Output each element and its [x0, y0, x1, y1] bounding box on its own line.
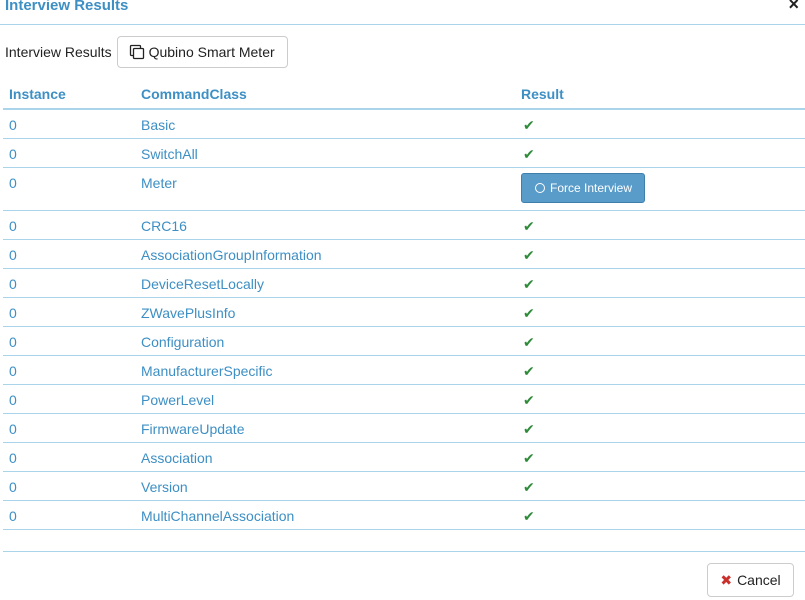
table-row: 0 Version ✔ — [3, 471, 805, 501]
command-class-cell: ManufacturerSpecific — [135, 355, 515, 385]
dialog-title: Interview Results — [5, 0, 129, 14]
instance-cell: 0 — [3, 297, 135, 327]
instance-cell: 0 — [3, 109, 135, 139]
command-class-cell: PowerLevel — [135, 384, 515, 414]
result-cell: ✔ — [515, 268, 805, 298]
check-icon: ✔ — [523, 362, 535, 379]
check-icon: ✔ — [523, 117, 535, 133]
instance-cell: 0 — [3, 413, 135, 443]
check-icon: ✔ — [523, 145, 535, 162]
result-cell: ✔ — [515, 442, 805, 472]
device-name-button[interactable]: Qubino Smart Meter — [116, 36, 288, 68]
instance-cell: 0 — [3, 355, 135, 385]
command-class-cell: Meter — [135, 167, 515, 211]
close-icon[interactable]: × — [788, 0, 799, 13]
cancel-button[interactable]: ✖ Cancel — [707, 563, 794, 597]
interview-results-dialog: Interview Results × Interview Results Qu… — [0, 0, 805, 600]
check-icon: ✔ — [523, 304, 535, 321]
header-command-class[interactable]: CommandClass — [135, 80, 515, 110]
table-row: 0 Configuration ✔ — [3, 326, 805, 356]
result-cell: ✔ — [515, 384, 805, 414]
dialog-header: Interview Results × — [0, 0, 805, 25]
instance-cell: 0 — [3, 442, 135, 472]
check-icon: ✔ — [523, 217, 535, 234]
check-icon: ✔ — [523, 478, 535, 495]
command-class-cell: DeviceResetLocally — [135, 268, 515, 298]
command-class-cell: Association — [135, 442, 515, 472]
result-cell: ✔ — [515, 471, 805, 501]
instance-cell: 0 — [3, 384, 135, 414]
instance-cell: 0 — [3, 239, 135, 269]
device-label: Interview Results — [5, 44, 112, 60]
result-cell: ✔ — [515, 109, 805, 139]
result-cell: ✔ — [515, 210, 805, 240]
check-icon: ✔ — [523, 275, 535, 292]
table-row: 0 MultiChannelAssociation ✔ — [3, 500, 805, 530]
cancel-label: Cancel — [737, 572, 781, 588]
table-row: 0 Basic ✔ — [3, 109, 805, 139]
instance-cell: 0 — [3, 138, 135, 168]
result-cell: ✔ — [515, 413, 805, 443]
table-row: 0 DeviceResetLocally ✔ — [3, 268, 805, 298]
header-instance[interactable]: Instance — [3, 80, 135, 110]
result-cell: ✔ — [515, 326, 805, 356]
command-class-cell: Version — [135, 471, 515, 501]
result-cell: ✔ — [515, 297, 805, 327]
footer-divider — [3, 551, 805, 552]
device-row: Interview Results Qubino Smart Meter — [5, 36, 288, 68]
check-icon: ✔ — [523, 333, 535, 350]
command-class-cell: AssociationGroupInformation — [135, 239, 515, 269]
check-icon: ✔ — [523, 420, 535, 437]
command-class-cell: ZWavePlusInfo — [135, 297, 515, 327]
command-class-cell: Configuration — [135, 326, 515, 356]
instance-cell: 0 — [3, 471, 135, 501]
table-row: 0 FirmwareUpdate ✔ — [3, 413, 805, 443]
check-icon: ✔ — [523, 391, 535, 408]
check-icon: ✔ — [523, 449, 535, 466]
table-row: 0 ZWavePlusInfo ✔ — [3, 297, 805, 327]
result-cell: ✔ — [515, 500, 805, 530]
instance-cell: 0 — [3, 210, 135, 240]
table-row: 0 Meter Force Interview — [3, 167, 805, 211]
instance-cell: 0 — [3, 500, 135, 530]
instance-cell: 0 — [3, 268, 135, 298]
result-cell: ✔ — [515, 138, 805, 168]
command-class-cell: FirmwareUpdate — [135, 413, 515, 443]
table-row: 0 ManufacturerSpecific ✔ — [3, 355, 805, 385]
force-interview-label: Force Interview — [550, 180, 633, 195]
close-x-icon: ✖ — [720, 571, 733, 588]
result-cell: ✔ — [515, 355, 805, 385]
result-cell: Force Interview — [515, 167, 805, 211]
check-icon: ✔ — [523, 507, 535, 524]
instance-cell: 0 — [3, 326, 135, 356]
command-class-cell: CRC16 — [135, 210, 515, 240]
header-result[interactable]: Result — [515, 80, 805, 110]
device-name: Qubino Smart Meter — [148, 44, 275, 60]
result-cell: ✔ — [515, 239, 805, 269]
table-header-row: Instance CommandClass Result — [3, 80, 805, 110]
table-row: 0 Association ✔ — [3, 442, 805, 472]
force-interview-button[interactable]: Force Interview — [521, 172, 646, 203]
command-class-cell: Basic — [135, 109, 515, 139]
table-row: 0 AssociationGroupInformation ✔ — [3, 239, 805, 269]
command-class-cell: SwitchAll — [135, 138, 515, 168]
copy-icon — [129, 44, 144, 60]
table-row: 0 SwitchAll ✔ — [3, 138, 805, 168]
refresh-icon — [535, 182, 545, 193]
table-row: 0 PowerLevel ✔ — [3, 384, 805, 414]
table-row: 0 CRC16 ✔ — [3, 210, 805, 240]
results-table: Instance CommandClass Result 0 Basic ✔ 0 Swi… — [3, 80, 805, 530]
instance-cell: 0 — [3, 167, 135, 211]
check-icon: ✔ — [523, 246, 535, 263]
command-class-cell: MultiChannelAssociation — [135, 500, 515, 530]
